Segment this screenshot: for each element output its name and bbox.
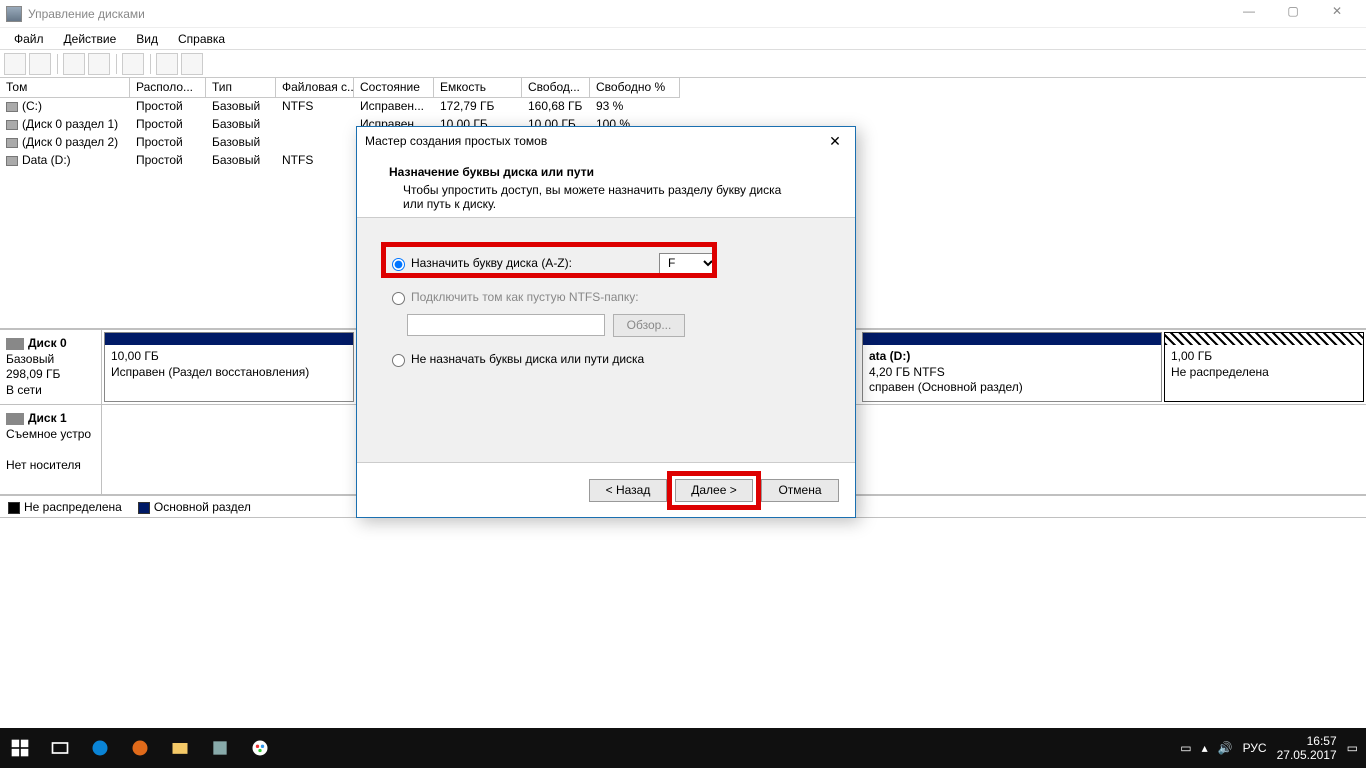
partition[interactable]: 10,00 ГБИсправен (Раздел восстановления) [104,332,354,402]
col-pct[interactable]: Свободно % [590,78,680,98]
mount-path-row: Обзор... [387,314,825,336]
toolbar-layout-icon[interactable] [181,53,203,75]
tray-battery-icon[interactable]: ▭ [1180,741,1191,755]
radio-no-letter[interactable] [392,354,405,367]
tray-lang[interactable]: РУС [1243,741,1267,755]
col-tom[interactable]: Том [0,78,130,98]
wizard-dialog: Мастер создания простых томов ✕ Назначен… [356,126,856,518]
radio-mount-folder[interactable] [392,292,405,305]
tray-clock[interactable]: 16:57 27.05.2017 [1277,734,1337,763]
partition[interactable]: ata (D:)4,20 ГБ NTFSсправен (Основной ра… [862,332,1162,402]
tray-sound-icon[interactable]: 🔊 [1218,741,1233,755]
legend-primary-label: Основной раздел [154,500,251,514]
wizard-close-button[interactable]: ✕ [823,133,847,150]
volume-row[interactable]: (C:)ПростойБазовыйNTFSИсправен...172,79 … [0,98,1366,116]
wizard-heading: Назначение буквы диска или пути [389,165,823,179]
close-button[interactable]: ✕ [1322,4,1352,24]
wizard-subheading: Чтобы упростить доступ, вы можете назнач… [389,179,789,211]
tray-notifications-icon[interactable]: ▭ [1347,741,1358,755]
menu-file[interactable]: Файл [4,29,54,49]
col-type[interactable]: Тип [206,78,276,98]
explorer-icon[interactable] [160,728,200,768]
task-view-icon[interactable] [40,728,80,768]
edge-icon[interactable] [80,728,120,768]
taskbar: ▭ ▴ 🔊 РУС 16:57 27.05.2017 ▭ [0,728,1366,768]
firefox-icon[interactable] [120,728,160,768]
legend-unalloc-label: Не распределена [24,500,122,514]
tray-wifi-icon[interactable]: ▴ [1202,741,1208,755]
legend-primary-swatch [138,502,150,514]
toolbar [0,50,1366,78]
col-cap[interactable]: Емкость [434,78,522,98]
wizard-body: Назначить букву диска (A-Z): F Подключит… [357,217,855,463]
menu-action[interactable]: Действие [54,29,127,49]
next-button[interactable]: Далее > [675,479,753,502]
diskmgmt-icon[interactable] [200,728,240,768]
radio-assign-letter[interactable] [392,258,405,271]
start-button[interactable] [0,728,40,768]
radio-assign-letter-label: Назначить букву диска (A-Z): [411,256,572,270]
toolbar-properties-icon[interactable] [122,53,144,75]
col-state[interactable]: Состояние [354,78,434,98]
paint-icon[interactable] [240,728,280,768]
minimize-button[interactable]: — [1234,4,1264,24]
window-title: Управление дисками [28,7,145,21]
disk1-info[interactable]: Диск 1 Съемное устро Нет носителя [0,405,102,494]
drive-letter-select[interactable]: F [659,253,717,274]
toolbar-refresh-icon[interactable] [63,53,85,75]
menu-view[interactable]: Вид [126,29,168,49]
radio-assign-letter-row[interactable]: Назначить букву диска (A-Z): F [387,252,717,274]
disk0-info[interactable]: Диск 0 Базовый 298,09 ГБ В сети [0,330,102,404]
menubar: Файл Действие Вид Справка [0,28,1366,50]
volume-list-header: Том Располо... Тип Файловая с... Состоян… [0,78,1366,98]
browse-button[interactable]: Обзор... [613,314,685,337]
disk-icon [6,338,24,350]
maximize-button[interactable]: ▢ [1278,4,1308,24]
radio-no-letter-label: Не назначать буквы диска или пути диска [411,352,644,366]
toolbar-list-icon[interactable] [156,53,178,75]
disk-icon [6,413,24,425]
radio-mount-folder-row[interactable]: Подключить том как пустую NTFS-папку: [387,286,825,308]
menu-help[interactable]: Справка [168,29,235,49]
radio-no-letter-row[interactable]: Не назначать буквы диска или пути диска [387,348,825,370]
toolbar-forward-icon[interactable] [29,53,51,75]
wizard-header: Назначение буквы диска или пути Чтобы уп… [357,155,855,217]
wizard-title-text: Мастер создания простых томов [365,134,547,148]
toolbar-help-icon[interactable] [88,53,110,75]
col-fs[interactable]: Файловая с... [276,78,354,98]
mount-path-input[interactable] [407,314,605,336]
col-free[interactable]: Свобод... [522,78,590,98]
partition-unallocated[interactable]: 1,00 ГБНе распределена [1164,332,1364,402]
wizard-buttons: < Назад Далее > Отмена [357,463,855,517]
app-icon [6,6,22,22]
titlebar: Управление дисками — ▢ ✕ [0,0,1366,28]
radio-mount-folder-label: Подключить том как пустую NTFS-папку: [411,290,639,304]
cancel-button[interactable]: Отмена [761,479,839,502]
col-loc[interactable]: Располо... [130,78,206,98]
legend-unalloc-swatch [8,502,20,514]
toolbar-back-icon[interactable] [4,53,26,75]
back-button[interactable]: < Назад [589,479,667,502]
wizard-titlebar[interactable]: Мастер создания простых томов ✕ [357,127,855,155]
